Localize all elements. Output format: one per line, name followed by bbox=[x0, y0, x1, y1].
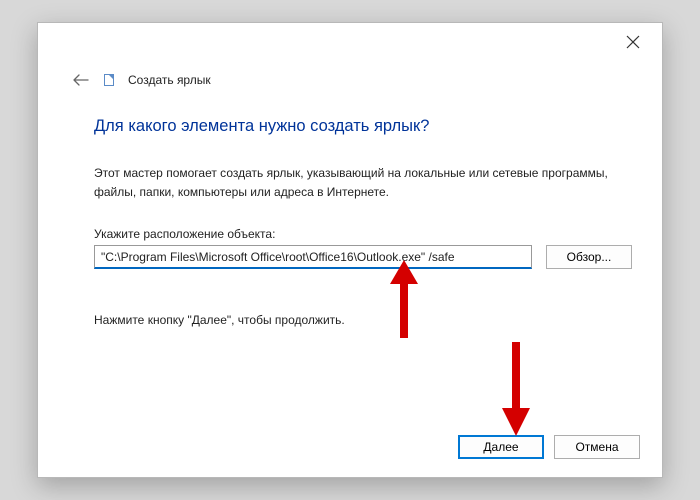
close-icon bbox=[626, 35, 640, 49]
location-row: Обзор... bbox=[94, 245, 632, 269]
create-shortcut-dialog: Создать ярлык Для какого элемента нужно … bbox=[37, 22, 663, 478]
annotation-arrow-icon bbox=[496, 342, 536, 436]
close-button[interactable] bbox=[626, 35, 644, 53]
dialog-title: Создать ярлык bbox=[128, 73, 211, 87]
browse-button[interactable]: Обзор... bbox=[546, 245, 632, 269]
location-label: Укажите расположение объекта: bbox=[94, 227, 632, 241]
dialog-header: Создать ярлык bbox=[72, 71, 211, 89]
shortcut-icon bbox=[104, 74, 114, 86]
dialog-content: Для какого элемента нужно создать ярлык?… bbox=[94, 117, 632, 327]
back-button[interactable] bbox=[72, 71, 90, 89]
continue-hint: Нажмите кнопку "Далее", чтобы продолжить… bbox=[94, 313, 632, 327]
heading: Для какого элемента нужно создать ярлык? bbox=[94, 117, 632, 136]
description-text: Этот мастер помогает создать ярлык, указ… bbox=[94, 164, 632, 201]
location-input[interactable] bbox=[94, 245, 532, 269]
back-arrow-icon bbox=[73, 74, 89, 86]
dialog-footer: Далее Отмена bbox=[458, 435, 640, 459]
cancel-button[interactable]: Отмена bbox=[554, 435, 640, 459]
next-button[interactable]: Далее bbox=[458, 435, 544, 459]
